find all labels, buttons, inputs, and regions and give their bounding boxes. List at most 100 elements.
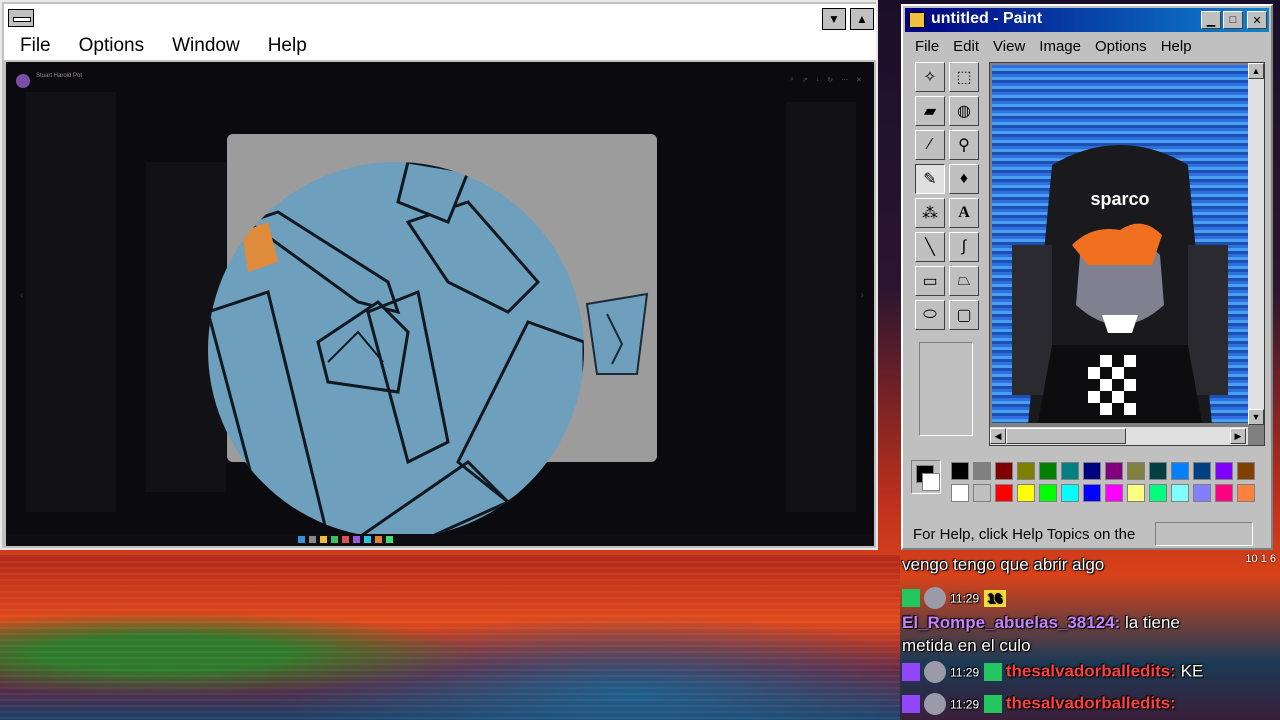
close-button[interactable]: ✕ xyxy=(1247,11,1267,29)
pencil-icon[interactable]: ✎ xyxy=(915,164,945,194)
palette-swatch[interactable] xyxy=(995,462,1013,480)
menu-options[interactable]: Options xyxy=(1095,38,1147,55)
app-icon[interactable] xyxy=(386,536,393,543)
menu-file[interactable]: File xyxy=(20,35,51,57)
next-arrow-icon[interactable]: › xyxy=(861,290,864,301)
chat-text: metida en el culo xyxy=(902,636,1031,655)
start-icon[interactable] xyxy=(298,536,305,543)
palette-swatch[interactable] xyxy=(1105,462,1123,480)
more-icon[interactable]: ⋯ xyxy=(841,76,848,84)
palette-swatch[interactable] xyxy=(1017,484,1035,502)
rounded-rect-icon[interactable]: ▢ xyxy=(949,300,979,330)
palette-swatch[interactable] xyxy=(1061,484,1079,502)
palette-swatch[interactable] xyxy=(1215,462,1233,480)
vertical-scrollbar[interactable]: ▲ ▼ xyxy=(1248,63,1264,425)
maximize-button[interactable]: □ xyxy=(1223,11,1243,29)
prev-arrow-icon[interactable]: ‹ xyxy=(20,290,23,301)
palette-swatch[interactable] xyxy=(1171,484,1189,502)
scroll-down-icon[interactable]: ▼ xyxy=(1248,409,1264,425)
menu-window[interactable]: Window xyxy=(172,35,240,57)
color-picker-icon[interactable]: ⁄ xyxy=(915,130,945,160)
airbrush-icon[interactable]: ⁂ xyxy=(915,198,945,228)
palette-swatch[interactable] xyxy=(1083,462,1101,480)
maximize-button[interactable]: ▲ xyxy=(850,8,874,30)
close-icon[interactable]: ✕ xyxy=(856,76,862,84)
polygon-icon[interactable]: ⏢ xyxy=(949,266,979,296)
tool-options-box[interactable] xyxy=(919,342,973,436)
minimize-button[interactable]: ▁ xyxy=(1201,11,1221,29)
drawing-canvas[interactable]: sparco xyxy=(992,65,1248,423)
palette-swatch[interactable] xyxy=(973,462,991,480)
app-icon[interactable] xyxy=(342,536,349,543)
scroll-left-icon[interactable]: ◀ xyxy=(990,428,1006,444)
palette-swatch[interactable] xyxy=(1061,462,1079,480)
rect-select-icon[interactable]: ⬚ xyxy=(949,62,979,92)
rotate-icon[interactable]: ↻ xyxy=(827,76,833,84)
menu-file[interactable]: File xyxy=(915,38,939,55)
palette-swatch[interactable] xyxy=(1171,462,1189,480)
scroll-thumb[interactable] xyxy=(1006,428,1126,444)
line-icon[interactable]: ╲ xyxy=(915,232,945,262)
palette-swatch[interactable] xyxy=(1127,484,1145,502)
palette-swatch[interactable] xyxy=(1193,462,1211,480)
window-titlebar: ▼ ▲ xyxy=(4,4,876,33)
menu-edit[interactable]: Edit xyxy=(953,38,979,55)
palette-swatch[interactable] xyxy=(1127,462,1145,480)
chat-username: El_Rompe_abuelas_38124: xyxy=(902,613,1121,632)
share-icon[interactable]: ↗ xyxy=(802,76,808,84)
avatar xyxy=(924,661,946,683)
palette-swatch[interactable] xyxy=(1039,484,1057,502)
streamer-avatar-icon: sparco xyxy=(1012,145,1228,423)
palette-swatch[interactable] xyxy=(1215,484,1233,502)
minimize-button[interactable]: ▼ xyxy=(822,8,846,30)
palette-swatch[interactable] xyxy=(951,462,969,480)
palette-swatch[interactable] xyxy=(1083,484,1101,502)
free-select-icon[interactable]: ✧ xyxy=(915,62,945,92)
brush-icon[interactable]: ♦ xyxy=(949,164,979,194)
scroll-up-icon[interactable]: ▲ xyxy=(1248,63,1264,79)
search-icon[interactable] xyxy=(309,536,316,543)
palette-swatch[interactable] xyxy=(1237,484,1255,502)
stream-chat: 10 1 6 vengo tengo que abrir algo 11:29 … xyxy=(898,551,1280,720)
horizontal-scrollbar[interactable]: ◀ ▶ xyxy=(990,427,1248,445)
eraser-icon[interactable]: ▰ xyxy=(915,96,945,126)
app-icon[interactable] xyxy=(364,536,371,543)
twitch-icon xyxy=(902,695,920,713)
palette-swatch[interactable] xyxy=(1193,484,1211,502)
palette-swatch[interactable] xyxy=(1149,484,1167,502)
curve-icon[interactable]: ∫ xyxy=(949,232,979,262)
text-icon[interactable]: A xyxy=(949,198,979,228)
menu-image[interactable]: Image xyxy=(1039,38,1081,55)
app-icon[interactable] xyxy=(353,536,360,543)
scroll-right-icon[interactable]: ▶ xyxy=(1230,428,1246,444)
menu-view[interactable]: View xyxy=(993,38,1025,55)
magnifier-icon[interactable]: ⚲ xyxy=(949,130,979,160)
palette-swatch[interactable] xyxy=(1149,462,1167,480)
palette-swatch[interactable] xyxy=(995,484,1013,502)
window-title: untitled - Paint xyxy=(931,10,1043,27)
palette-swatch[interactable] xyxy=(1017,462,1035,480)
palette-swatch[interactable] xyxy=(951,484,969,502)
current-colors[interactable] xyxy=(911,460,941,494)
system-menu-icon[interactable] xyxy=(8,9,34,27)
menu-options[interactable]: Options xyxy=(79,35,144,57)
dim-chat-list xyxy=(26,92,116,512)
palette-swatch[interactable] xyxy=(973,484,991,502)
app-icon[interactable] xyxy=(375,536,382,543)
app-icon[interactable] xyxy=(331,536,338,543)
zoom-icon[interactable]: ⌕ xyxy=(790,76,794,84)
menu-help[interactable]: Help xyxy=(1161,38,1192,55)
fill-icon[interactable]: ◍ xyxy=(949,96,979,126)
download-icon[interactable]: ↓ xyxy=(816,76,820,84)
folder-icon[interactable] xyxy=(320,536,327,543)
chat-meta-row: 11:29 16 xyxy=(902,587,1007,609)
rectangle-icon[interactable]: ▭ xyxy=(915,266,945,296)
menu-help[interactable]: Help xyxy=(268,35,307,57)
ellipse-icon[interactable]: ⬭ xyxy=(915,300,945,330)
paint-app-icon[interactable] xyxy=(909,12,925,28)
badge-icon xyxy=(983,663,1002,681)
palette-swatch[interactable] xyxy=(1237,462,1255,480)
palette-swatch[interactable] xyxy=(1039,462,1057,480)
palette-swatch[interactable] xyxy=(1105,484,1123,502)
taskbar-icons xyxy=(298,536,393,543)
